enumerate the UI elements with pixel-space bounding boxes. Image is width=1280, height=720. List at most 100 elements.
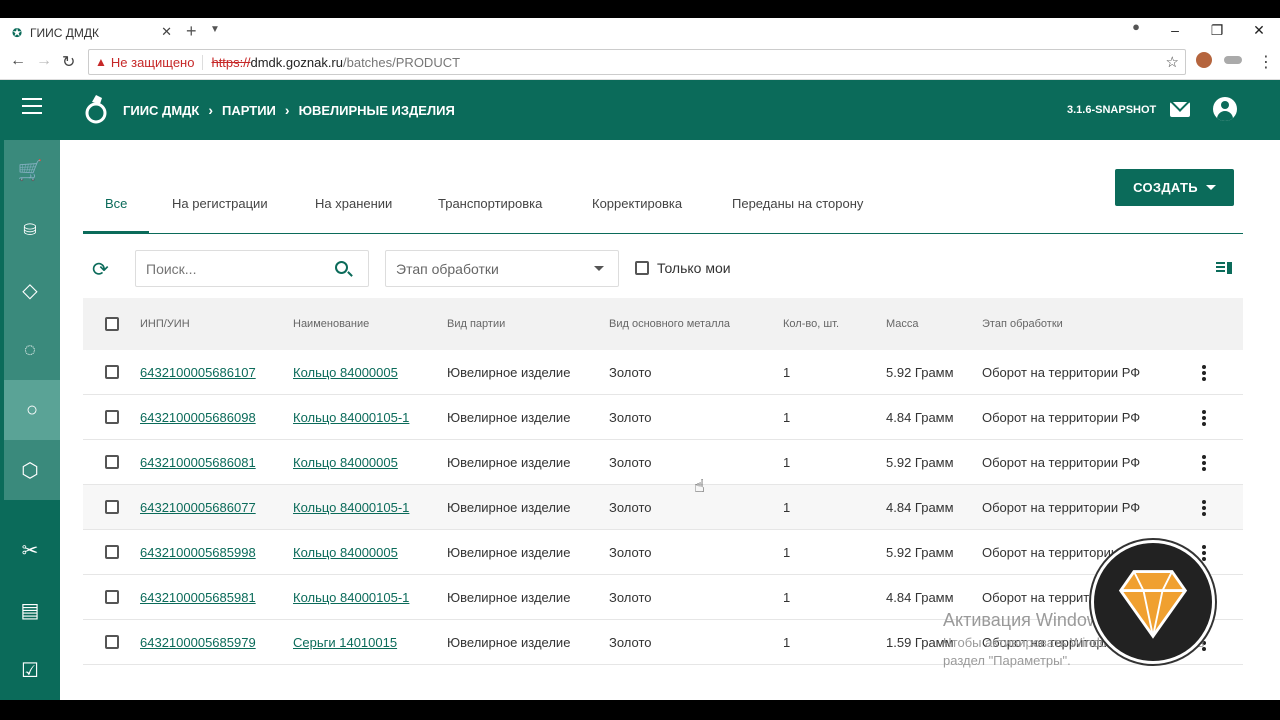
row-checkbox[interactable] — [105, 365, 119, 379]
tab-all[interactable]: Все — [105, 196, 127, 211]
column-settings-icon[interactable] — [1216, 262, 1232, 274]
reload-icon[interactable]: ↻ — [62, 52, 75, 72]
row-qty: 1 — [783, 634, 791, 650]
cart-icon[interactable]: 🛒 — [0, 140, 60, 200]
row-more-icon[interactable] — [1202, 365, 1206, 383]
box-icon[interactable]: ⬡ — [0, 440, 60, 500]
row-id-link[interactable]: 6432100005686107 — [140, 350, 256, 394]
close-tab-icon[interactable]: ✕ — [161, 24, 172, 40]
table-row[interactable]: 6432100005686081 Кольцо 84000005 Ювелирное… — [83, 440, 1243, 485]
row-select-cell — [105, 440, 119, 484]
column-header[interactable]: Наименование — [293, 298, 369, 350]
row-id-link[interactable]: 6432100005685981 — [140, 575, 256, 619]
account-icon[interactable] — [1213, 97, 1237, 121]
breadcrumb-batches[interactable]: ПАРТИИ — [222, 103, 276, 118]
row-select-cell — [105, 575, 119, 619]
column-header[interactable]: Кол-во, шт. — [783, 298, 839, 350]
address-bar[interactable]: ▲ Не защищено https:// dmdk.goznak.ru /b… — [88, 49, 1186, 75]
row-checkbox[interactable] — [105, 635, 119, 649]
row-id-link[interactable]: 6432100005686077 — [140, 485, 256, 529]
stage-select-placeholder: Этап обработки — [396, 261, 499, 277]
extension-icon[interactable] — [1196, 52, 1212, 68]
forward-arrow-icon[interactable]: → — [36, 52, 52, 70]
only-mine-checkbox[interactable] — [635, 261, 649, 275]
table-row[interactable]: 6432100005686098 Кольцо 84000105-1 Ювелирн… — [83, 395, 1243, 440]
row-mass: 5.92 Грамм — [886, 544, 954, 560]
row-more-icon[interactable] — [1202, 500, 1206, 518]
row-id-link[interactable]: 6432100005686081 — [140, 440, 256, 484]
row-id-link[interactable]: 6432100005686098 — [140, 395, 256, 439]
row-more-icon[interactable] — [1202, 455, 1206, 473]
table-row[interactable]: 6432100005686107 Кольцо 84000005 Ювелирное… — [83, 350, 1243, 395]
refresh-icon[interactable]: ⟳ — [92, 257, 109, 282]
tab-transferred[interactable]: Переданы на сторону — [732, 196, 863, 211]
breadcrumb-chevron-icon: › — [284, 102, 290, 118]
minimize-icon[interactable]: – — [1154, 18, 1196, 44]
column-header[interactable]: Масса — [886, 298, 919, 350]
row-kind: Ювелирное изделие — [447, 364, 571, 380]
back-arrow-icon[interactable]: ← — [10, 52, 26, 70]
row-checkbox[interactable] — [105, 455, 119, 469]
mail-icon[interactable] — [1170, 102, 1190, 117]
search-icon[interactable] — [335, 261, 348, 274]
diamond-icon[interactable]: ◇ — [0, 260, 60, 320]
document-icon[interactable]: ▤ — [0, 580, 60, 640]
create-button[interactable]: СОЗДАТЬ — [1115, 169, 1234, 206]
tab-transport[interactable]: Транспортировка — [438, 196, 542, 211]
row-name-link[interactable]: Кольцо 84000005 — [293, 440, 398, 484]
row-id-link[interactable]: 6432100005685998 — [140, 530, 256, 574]
close-window-icon[interactable]: ✕ — [1238, 18, 1280, 44]
create-button-label: СОЗДАТЬ — [1133, 180, 1198, 195]
row-stage: Оборот на территории РФ — [982, 364, 1141, 380]
tab-registration[interactable]: На регистрации — [172, 196, 268, 211]
row-checkbox[interactable] — [105, 500, 119, 514]
row-checkbox[interactable] — [105, 545, 119, 559]
table-header: ИНП/УИН Наименование Вид партии Вид осно… — [83, 298, 1243, 350]
column-header[interactable]: Вид партии — [447, 298, 505, 350]
select-all-checkbox[interactable] — [105, 317, 119, 331]
row-checkbox[interactable] — [105, 590, 119, 604]
ingots-icon[interactable]: ⛁ — [0, 200, 60, 260]
checklist-icon[interactable]: ☑ — [0, 640, 60, 700]
row-qty: 1 — [783, 364, 791, 380]
restore-icon[interactable]: ❐ — [1196, 18, 1238, 44]
row-name-link[interactable]: Кольцо 84000105-1 — [293, 485, 409, 529]
row-id-link[interactable]: 6432100005685979 — [140, 620, 256, 664]
row-mass: 4.84 Грамм — [886, 499, 954, 515]
extension-toggle-icon[interactable] — [1224, 56, 1242, 64]
tab-list-chevron-icon[interactable]: ▼ — [210, 24, 220, 35]
breadcrumb-home[interactable]: ГИИС ДМДК — [123, 103, 199, 118]
browser-menu-icon[interactable]: ⋮ — [1258, 52, 1274, 72]
tools-icon[interactable]: ✂ — [0, 520, 60, 580]
column-header[interactable]: ИНП/УИН — [140, 298, 190, 350]
table-row[interactable]: 6432100005685998 Кольцо 84000005 Ювелирное… — [83, 530, 1243, 575]
active-tab-indicator — [83, 231, 149, 234]
row-name-link[interactable]: Кольцо 84000005 — [293, 530, 398, 574]
row-qty: 1 — [783, 544, 791, 560]
row-more-icon[interactable] — [1202, 545, 1206, 563]
new-tab-icon[interactable]: + — [186, 21, 197, 42]
row-name-link[interactable]: Кольцо 84000105-1 — [293, 395, 409, 439]
ring-icon[interactable]: ○ — [4, 380, 60, 440]
tab-correction[interactable]: Корректировка — [592, 196, 682, 211]
row-name-link[interactable]: Серьги 14010015 — [293, 620, 397, 664]
row-select-cell — [105, 350, 119, 394]
tab-storage[interactable]: На хранении — [315, 196, 392, 211]
only-mine-filter[interactable]: Только мои — [635, 260, 731, 276]
column-header[interactable]: Вид основного металла — [609, 298, 730, 350]
row-name-link[interactable]: Кольцо 84000105-1 — [293, 575, 409, 619]
row-more-icon[interactable] — [1202, 410, 1206, 428]
bookmark-star-icon[interactable]: ☆ — [1166, 53, 1179, 71]
row-name-link[interactable]: Кольцо 84000005 — [293, 350, 398, 394]
hamburger-menu-icon[interactable] — [22, 98, 42, 114]
table-row[interactable]: 6432100005686077 Кольцо 84000105-1 Ювелирн… — [83, 485, 1243, 530]
circle-dashed-icon[interactable]: ◌ — [0, 320, 60, 380]
stage-select[interactable]: Этап обработки — [385, 250, 619, 287]
row-checkbox[interactable] — [105, 410, 119, 424]
search-input[interactable] — [136, 251, 316, 286]
browser-tab[interactable]: ✪ ГИИС ДМДК ✕ — [2, 21, 182, 44]
browser-profile-icon[interactable]: ● — [1132, 18, 1140, 36]
row-metal: Золото — [609, 544, 652, 560]
column-header[interactable]: Этап обработки — [982, 298, 1063, 350]
search-field[interactable] — [135, 250, 369, 287]
